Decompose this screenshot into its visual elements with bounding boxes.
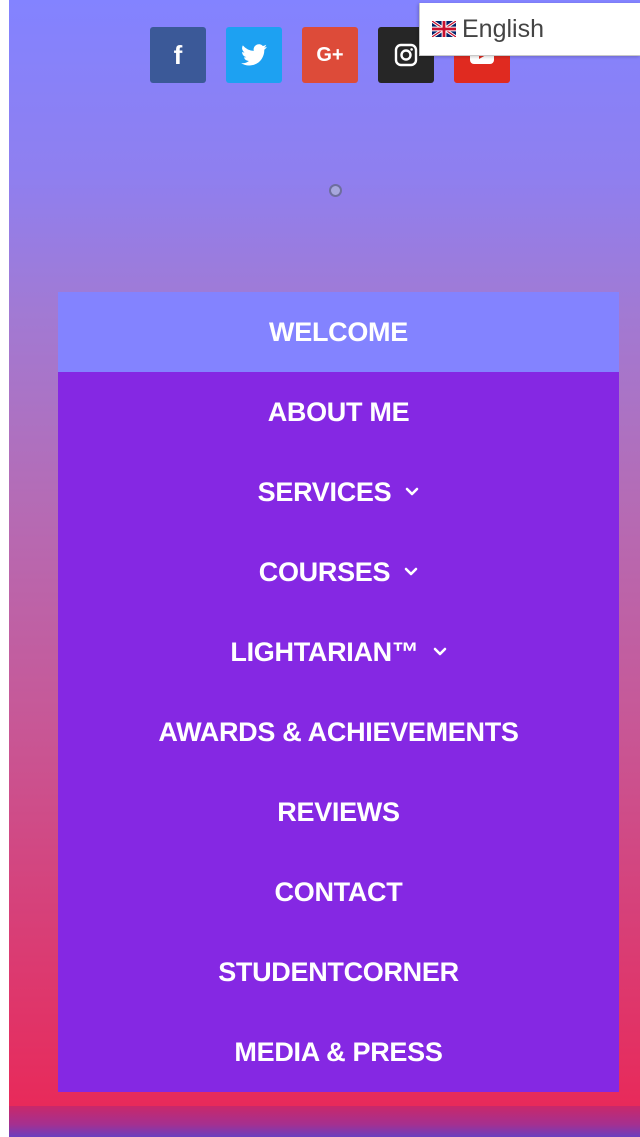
twitter-icon [241,44,267,66]
facebook-button[interactable]: f [150,27,206,83]
menu-item-studentcorner[interactable]: STUDENTCORNER [58,932,619,1012]
uk-flag-icon [432,21,456,37]
page-background: f G+ WELCOME ABOUT ME SERVICES COURSES LIGHT… [9,0,640,1106]
menu-item-courses[interactable]: COURSES [58,532,619,612]
menu-item-label: COURSES [258,556,391,587]
loading-spinner-icon [329,184,342,197]
google-plus-button[interactable]: G+ [302,27,358,83]
menu-item-services[interactable]: SERVICES [58,452,619,532]
menu-item-label: REVIEWS [277,796,400,827]
chevron-down-icon[interactable] [405,487,419,497]
menu-item-label: SERVICES [257,476,392,507]
menu-item-contact[interactable]: CONTACT [58,852,619,932]
menu-item-awards-achievements[interactable]: AWARDS & ACHIEVEMENTS [58,692,619,772]
main-navigation-menu: WELCOME ABOUT ME SERVICES COURSES LIGHTARIAN… [58,292,619,1092]
menu-item-label: AWARDS & ACHIEVEMENTS [158,716,519,747]
menu-item-label: STUDENTCORNER [218,956,459,987]
twitter-button[interactable] [226,27,282,83]
language-label: English [462,14,544,43]
footer-strip [9,1106,640,1137]
menu-item-media-press[interactable]: MEDIA & PRESS [58,1012,619,1092]
facebook-icon: f [173,39,183,70]
menu-item-reviews[interactable]: REVIEWS [58,772,619,852]
google-plus-icon: G+ [316,43,344,66]
menu-item-label: CONTACT [274,876,403,907]
menu-item-label: ABOUT ME [267,396,410,427]
menu-item-about-me[interactable]: ABOUT ME [58,372,619,452]
menu-item-label: LIGHTARIAN™ [230,636,419,667]
language-selector[interactable]: English [419,3,640,56]
chevron-down-icon[interactable] [433,647,447,657]
menu-item-label: MEDIA & PRESS [234,1036,443,1067]
menu-item-label: WELCOME [269,316,408,347]
menu-item-welcome[interactable]: WELCOME [58,292,619,372]
instagram-icon [394,43,418,67]
menu-item-lightarian[interactable]: LIGHTARIAN™ [58,612,619,692]
chevron-down-icon[interactable] [404,567,418,577]
